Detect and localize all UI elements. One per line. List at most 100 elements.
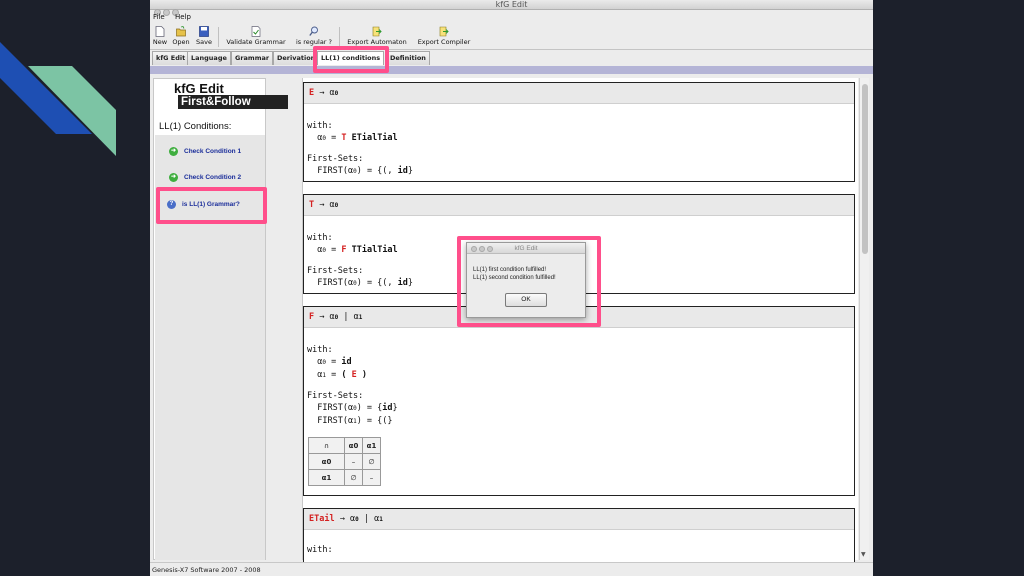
status-bar: Genesis-X7 Software 2007 - 2008	[150, 562, 873, 576]
export-automaton-button[interactable]: Export Automaton	[344, 26, 410, 46]
open-button-label: Open	[172, 38, 190, 46]
toolbar-separator	[218, 27, 219, 47]
alpha-definition: α0 = T ETialTial	[317, 133, 398, 143]
new-button-label: New	[152, 38, 168, 46]
export-automaton-label: Export Automaton	[347, 38, 407, 46]
check-condition-2-link[interactable]: ➜ Check Condition 2	[169, 173, 241, 182]
check-condition-1-link[interactable]: ➜ Check Condition 1	[169, 147, 241, 156]
save-disk-icon	[199, 26, 209, 37]
intersection-table: ∩ α0 α1 α0 – ∅ α1 ∅ –	[308, 437, 381, 486]
first-sets-label: First-Sets:	[307, 154, 364, 164]
logo-subtitle: First&Follow	[178, 95, 288, 109]
tab-content-border	[150, 66, 873, 74]
tab-definition[interactable]: Definition	[386, 51, 430, 65]
table-cell: ∅	[362, 453, 381, 470]
production-header: ETail → α0 | α1	[304, 509, 854, 530]
magnifier-icon	[309, 26, 318, 36]
is-regular-button[interactable]: is regular ?	[292, 26, 336, 46]
production-block-etail: ETail → α0 | α1 with:	[303, 508, 855, 568]
dialog-message: LL(1) first condition fulfilled! LL(1) s…	[473, 266, 556, 282]
vertical-scrollbar[interactable]: ▼	[859, 78, 869, 560]
ok-button[interactable]: OK	[505, 293, 547, 307]
background-right	[873, 0, 1024, 576]
first-set-alpha1: FIRST(α1) = {(}	[307, 416, 393, 426]
with-label: with:	[307, 545, 333, 555]
tab-derivation[interactable]: Derivation	[273, 51, 320, 65]
production-arrow: →	[319, 200, 325, 210]
table-col-header: α1	[362, 437, 381, 454]
production-lhs: ETail	[309, 514, 335, 524]
validate-grammar-button[interactable]: Validate Grammar	[222, 26, 290, 46]
logo-title: kfG Edit	[174, 81, 224, 96]
with-label: with:	[307, 345, 333, 355]
window-title: kfG Edit	[495, 0, 528, 9]
window-titlebar[interactable]: kfG Edit	[150, 0, 873, 16]
with-label: with:	[307, 233, 333, 243]
export-compiler-button[interactable]: Export Compiler	[413, 26, 475, 46]
tab-kfg-edit[interactable]: kfG Edit	[152, 51, 190, 65]
production-lhs: T	[309, 200, 315, 210]
tab-bar: kfG Edit Language Grammar Derivation LL(…	[150, 51, 873, 65]
scroll-down-icon[interactable]: ▼	[861, 551, 866, 558]
question-icon: ?	[167, 200, 176, 209]
decorative-stripes	[0, 42, 116, 156]
table-cell: ∅	[344, 469, 363, 486]
is-ll1-grammar-label: is LL(1) Grammar?	[182, 201, 240, 209]
export-arrow-icon	[439, 26, 449, 37]
export-arrow-icon	[372, 26, 382, 37]
scrollbar-thumb[interactable]	[862, 84, 868, 254]
sidebar-panel: kfG Edit First&Follow LL(1) Conditions: …	[153, 78, 288, 560]
table-col-header: α0	[344, 437, 363, 454]
dialog-line-2: LL(1) second condition fulfilled!	[473, 275, 556, 281]
toolbar-separator	[339, 27, 340, 47]
first-set-line: FIRST(α0) = {(, id}	[317, 278, 414, 288]
first-set-line: FIRST(α0) = {(, id}	[317, 166, 414, 176]
production-arrow: →	[339, 514, 345, 524]
dialog-title: kfG Edit	[514, 245, 538, 252]
table-cell: –	[362, 469, 381, 486]
with-label: with:	[307, 121, 333, 131]
dialog-line-1: LL(1) first condition fulfilled!	[473, 267, 547, 273]
toolbar: New Open Save Validate Grammar is regula…	[150, 24, 873, 50]
tab-ll1-conditions[interactable]: LL(1) conditions	[317, 51, 385, 65]
production-block-f: F → α0 | α1 with: α0 = id α1 = ( E ) Fir…	[303, 306, 855, 496]
table-corner: ∩	[308, 437, 345, 454]
tab-grammar[interactable]: Grammar	[231, 51, 274, 65]
is-regular-label: is regular ?	[295, 38, 332, 46]
menu-bar: File Help	[150, 11, 873, 23]
export-compiler-label: Export Compiler	[417, 38, 471, 46]
open-button[interactable]: Open	[171, 26, 191, 46]
check-condition-2-label: Check Condition 2	[184, 174, 242, 182]
table-row-header: α0	[308, 453, 345, 470]
app-logo: kfG Edit First&Follow	[154, 80, 290, 110]
conditions-list: ➜ Check Condition 1 ➜ Check Condition 2 ? i…	[155, 135, 265, 560]
production-lhs: F	[309, 312, 315, 322]
message-dialog: kfG Edit LL(1) first condition fulfilled…	[466, 242, 586, 318]
alpha-definition: α0 = F TTialTial	[317, 245, 398, 255]
tab-language[interactable]: Language	[187, 51, 231, 65]
presentation-slide: kfG Edit File Help New Open Save Validat…	[0, 0, 1024, 576]
production-header: T → α0	[304, 195, 854, 216]
menu-file[interactable]: File	[153, 13, 165, 21]
conditions-heading: LL(1) Conditions:	[159, 121, 232, 132]
is-ll1-grammar-link[interactable]: ? is LL(1) Grammar?	[167, 200, 240, 209]
open-folder-icon	[176, 26, 186, 37]
new-file-icon	[155, 26, 165, 37]
production-header: E → α0	[304, 83, 854, 104]
zoom-window-icon[interactable]	[487, 246, 493, 252]
green-arrow-icon: ➜	[169, 173, 178, 182]
minimize-window-icon[interactable]	[479, 246, 485, 252]
table-row-header: α1	[308, 469, 345, 486]
first-sets-label: First-Sets:	[307, 266, 364, 276]
close-window-icon[interactable]	[471, 246, 477, 252]
validate-check-icon	[251, 26, 261, 37]
table-cell: –	[344, 453, 363, 470]
alpha1-definition: α1 = ( E )	[307, 370, 367, 380]
first-set-alpha0: FIRST(α0) = {id}	[307, 403, 398, 413]
new-button[interactable]: New	[152, 26, 168, 46]
menu-help[interactable]: Help	[175, 13, 191, 21]
save-button[interactable]: Save	[194, 26, 214, 46]
dialog-titlebar[interactable]: kfG Edit	[467, 243, 585, 254]
green-arrow-icon: ➜	[169, 147, 178, 156]
save-button-label: Save	[196, 38, 212, 46]
